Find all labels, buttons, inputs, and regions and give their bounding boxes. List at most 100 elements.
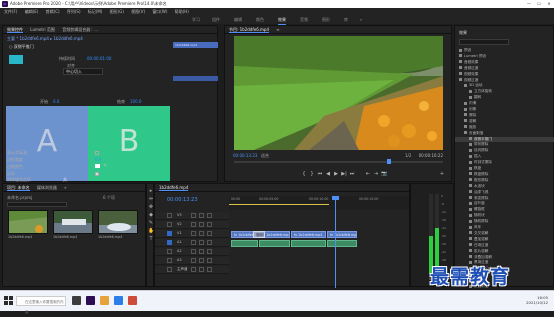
menu-edit[interactable]: 编辑(E) bbox=[25, 9, 39, 14]
video-clip[interactable]: fx 1b2ddfe6.mp4 bbox=[327, 231, 357, 238]
workspace-effects[interactable]: 效果 bbox=[278, 15, 286, 25]
project-thumbnail[interactable] bbox=[53, 210, 93, 234]
program-timecode[interactable]: 00:00:13:23 bbox=[233, 153, 257, 158]
audio-clip[interactable] bbox=[327, 240, 357, 247]
go-to-out-button[interactable]: ⏭ bbox=[349, 172, 355, 177]
effects-tree-item[interactable]: 音频效果 bbox=[455, 60, 554, 65]
effects-tree-item[interactable]: 风车 bbox=[455, 225, 554, 230]
tab-sequence[interactable]: 1b2ddfe6.mp4 bbox=[159, 185, 189, 191]
tab-effect-controls[interactable]: 效果控件 bbox=[7, 27, 23, 33]
border-width-value[interactable]: 0.0 bbox=[95, 157, 101, 162]
work-area-bar[interactable] bbox=[229, 204, 329, 205]
effects-tree-item[interactable]: 随机擦除 bbox=[455, 219, 554, 224]
eye-icon[interactable] bbox=[207, 213, 212, 218]
effects-tree-item[interactable]: 棋盘擦除 bbox=[455, 172, 554, 177]
effects-tree-item[interactable]: 交叉溶解 bbox=[455, 231, 554, 236]
effects-tree-item[interactable]: 叠加溶解 bbox=[455, 237, 554, 242]
file-explorer-icon[interactable] bbox=[100, 296, 109, 305]
track-header-audio[interactable]: A1 bbox=[155, 239, 229, 247]
track-header-video[interactable]: V3 bbox=[155, 212, 229, 220]
effects-tree-item[interactable]: 白场过渡 bbox=[455, 243, 554, 248]
menu-marker[interactable]: 标记(M) bbox=[88, 9, 103, 14]
lock-icon[interactable] bbox=[191, 258, 196, 263]
browser-icon[interactable] bbox=[114, 296, 123, 305]
premiere-taskbar-icon[interactable] bbox=[86, 296, 95, 305]
track-header-master[interactable]: 主声道 bbox=[155, 266, 229, 274]
border-color-swatch[interactable] bbox=[95, 164, 100, 168]
mini-timeline-transition[interactable] bbox=[173, 76, 218, 81]
step-back-button[interactable]: ◀ bbox=[325, 172, 331, 177]
tab-audio-clip-mixer[interactable]: 音频剪辑混合器：... bbox=[62, 27, 98, 32]
eye-icon[interactable] bbox=[207, 249, 212, 254]
track-target-toggle[interactable] bbox=[167, 249, 172, 254]
effects-tree-item[interactable]: 划像 bbox=[455, 107, 554, 112]
sync-icon[interactable] bbox=[199, 258, 204, 263]
prop-end-value[interactable]: 100.0 bbox=[130, 99, 141, 104]
prop-start-value[interactable]: 0.0 bbox=[53, 99, 59, 104]
track-header-audio[interactable]: A3 bbox=[155, 257, 229, 265]
lock-icon[interactable] bbox=[191, 222, 196, 227]
effects-tree-item[interactable]: 胶片溶解 bbox=[455, 249, 554, 254]
windows-start-icon[interactable] bbox=[4, 296, 13, 305]
zoom-level-select[interactable]: 适合 bbox=[261, 153, 269, 159]
track-header-video[interactable]: V1 bbox=[155, 230, 229, 238]
mark-in-button[interactable]: { bbox=[301, 172, 307, 177]
eye-icon[interactable] bbox=[207, 222, 212, 227]
timeline-ruler[interactable]: 00:00 00:00:05:00 00:00:10:00 00:00:15:0… bbox=[229, 196, 409, 210]
effects-tree-item[interactable]: 棋盘 bbox=[455, 166, 554, 171]
program-menu-icon[interactable]: ≡ bbox=[276, 27, 279, 32]
track-header-audio[interactable]: A2 bbox=[155, 248, 229, 256]
prop-duration-value[interactable]: 00:00:01:00 bbox=[87, 56, 111, 61]
maximize-button[interactable]: ☐ bbox=[534, 0, 544, 8]
extract-button[interactable]: ⇥ bbox=[373, 172, 379, 177]
eye-icon[interactable] bbox=[207, 240, 212, 245]
taskbar-search-input[interactable]: 在这里输入你要搜索的内容 bbox=[16, 296, 66, 314]
track-target-toggle[interactable] bbox=[167, 213, 172, 218]
workspace-assembly[interactable]: 组件 bbox=[212, 15, 220, 24]
tab-program[interactable]: 节目: 1b2ddfe6.mp4 bbox=[229, 27, 269, 33]
close-button[interactable]: ✕ bbox=[544, 0, 554, 8]
workspace-editing[interactable]: 编辑 bbox=[234, 15, 242, 24]
workspace-graphics[interactable]: 图形 bbox=[322, 15, 330, 24]
lock-icon[interactable] bbox=[191, 249, 196, 254]
effects-tree-item[interactable]: 双侧平推门 bbox=[455, 136, 554, 142]
workspace-more[interactable]: » bbox=[360, 15, 362, 24]
track-target-toggle[interactable] bbox=[167, 231, 172, 236]
minimize-button[interactable]: — bbox=[524, 0, 534, 8]
effects-tree-item[interactable]: 页面剥落 bbox=[455, 131, 554, 136]
reverse-checkbox[interactable] bbox=[95, 172, 99, 176]
tab-project[interactable]: 项目: 未命名 bbox=[7, 185, 30, 191]
effects-tree-item[interactable]: 随机块 bbox=[455, 213, 554, 218]
effects-tree-item[interactable]: 音频过渡 bbox=[455, 66, 554, 71]
project-search-input[interactable] bbox=[7, 202, 67, 207]
project-thumbnail[interactable] bbox=[8, 210, 48, 234]
workspace-color[interactable]: 颜色 bbox=[256, 15, 264, 24]
show-source-checkbox[interactable] bbox=[95, 151, 99, 155]
effects-tree-item[interactable]: 百叶窗 bbox=[455, 201, 554, 206]
effects-tree-item[interactable]: 溶解 bbox=[455, 119, 554, 124]
eye-icon[interactable] bbox=[207, 231, 212, 236]
effects-tree-item[interactable]: 渐变擦除 bbox=[455, 196, 554, 201]
eyedropper-icon[interactable]: ✎ bbox=[103, 163, 107, 169]
audio-clip[interactable] bbox=[259, 240, 290, 247]
sync-icon[interactable] bbox=[199, 240, 204, 245]
tab-media-browser[interactable]: 媒体浏览器 bbox=[37, 185, 57, 190]
timeline-timecode[interactable]: 00:00:13:23 bbox=[167, 197, 198, 203]
effects-tree-item[interactable]: 带状擦除 bbox=[455, 142, 554, 147]
effects-tree-item[interactable]: 视频效果 bbox=[455, 72, 554, 77]
sync-icon[interactable] bbox=[199, 213, 204, 218]
alignment-select[interactable]: 中心切入 bbox=[63, 68, 103, 75]
taskbar-clock[interactable]: 16:05 2021/10/12 bbox=[526, 295, 548, 305]
effects-tree-item[interactable]: 楔形擦除 bbox=[455, 178, 554, 183]
effects-tree-item[interactable]: 立方体旋转 bbox=[455, 89, 554, 94]
sync-icon[interactable] bbox=[199, 231, 204, 236]
app-icon[interactable] bbox=[128, 296, 137, 305]
effects-tree-item[interactable]: 翻转 bbox=[455, 95, 554, 100]
resolution-select[interactable]: 1/2 bbox=[405, 153, 411, 158]
button-editor-icon[interactable]: + bbox=[439, 172, 445, 177]
mark-out-button[interactable]: } bbox=[309, 172, 315, 177]
transition-clip[interactable]: 双侧平推 bbox=[253, 231, 265, 238]
audio-clip[interactable] bbox=[231, 240, 258, 247]
track-target-toggle[interactable] bbox=[167, 267, 172, 272]
track-header-video[interactable]: V2 bbox=[155, 221, 229, 229]
